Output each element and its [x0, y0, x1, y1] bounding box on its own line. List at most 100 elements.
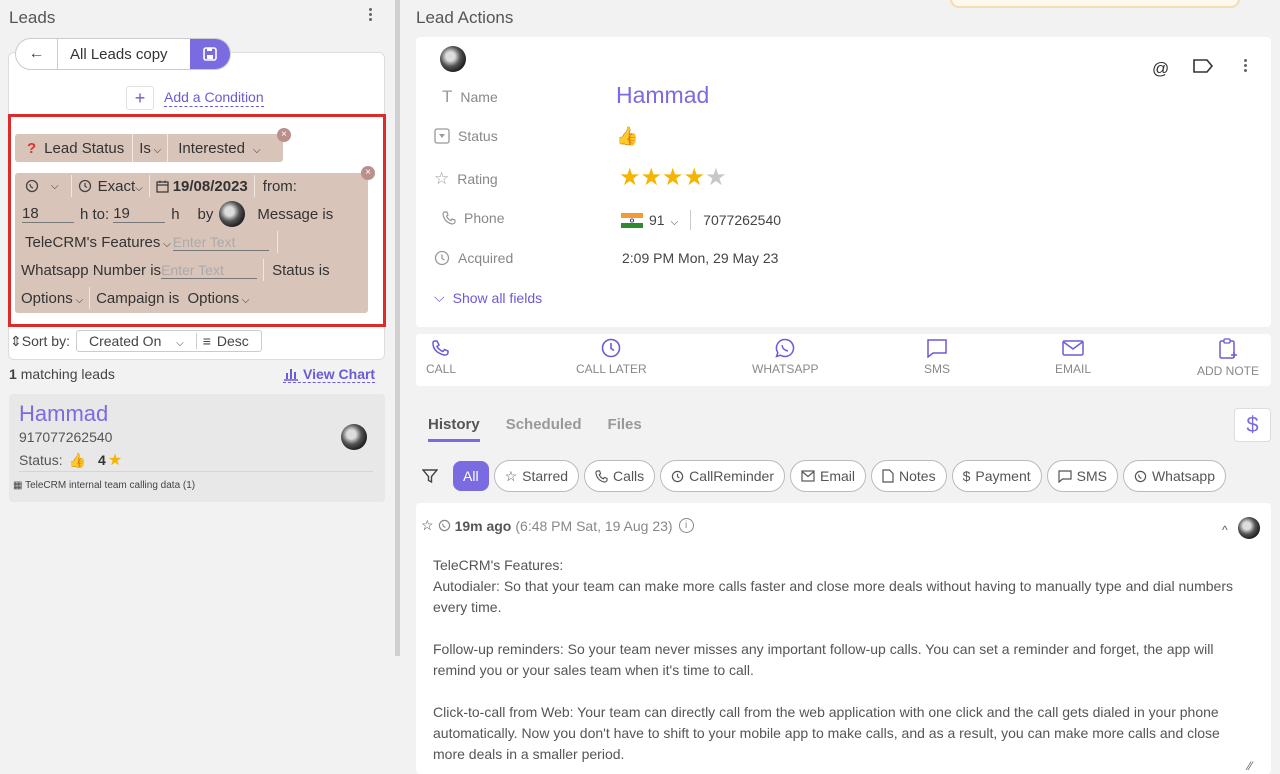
lead-avatar: [341, 424, 367, 450]
message-header: ☆ 19m ago (6:48 PM Sat, 19 Aug 23) i: [421, 517, 694, 534]
message-paragraph: Click-to-call from Web: Your team can di…: [433, 704, 1220, 762]
action-label: SMS: [924, 362, 951, 376]
clock-icon: [671, 470, 684, 483]
filter-payment[interactable]: $ Payment: [951, 460, 1042, 492]
acquired-value: 2:09 PM Mon, 29 May 23: [622, 250, 779, 266]
back-arrow-icon[interactable]: ←: [16, 39, 58, 69]
thumbs-up-icon: 👍: [68, 451, 87, 468]
sort-icon: ⇕: [10, 332, 22, 349]
plus-icon[interactable]: +: [126, 86, 154, 110]
info-icon[interactable]: i: [678, 518, 694, 533]
email-icon: [801, 470, 815, 482]
show-all-fields-link[interactable]: ⌵ Show all fields: [434, 289, 542, 306]
lead-tag: ▦ TeleCRM internal team calling data (1): [13, 480, 195, 491]
whatsapp-action[interactable]: WHATSAPP: [752, 338, 818, 376]
email-action[interactable]: EMAIL: [1055, 338, 1091, 376]
rating-stars[interactable]: ★★★★★: [619, 163, 727, 192]
divider: [19, 471, 373, 472]
mention-icon[interactable]: @: [1152, 59, 1169, 79]
rating-star-icon[interactable]: ★: [662, 164, 684, 191]
view-name[interactable]: All Leads copy: [58, 46, 190, 63]
message-line: TeleCRM's Features:: [433, 557, 564, 573]
country-code: 91: [649, 212, 665, 228]
filter-starred[interactable]: ☆ Starred: [493, 460, 580, 492]
rating-star-icon[interactable]: ★: [619, 164, 641, 191]
whatsapp-icon: [438, 519, 451, 532]
filter-notes[interactable]: Notes: [871, 460, 947, 492]
filter-calls[interactable]: Calls: [584, 460, 656, 492]
more-options-icon[interactable]: [1244, 57, 1247, 74]
lead-status: Status: 👍 4 ★: [19, 450, 122, 470]
show-all-label: Show all fields: [452, 289, 543, 306]
message-paragraph: Follow-up reminders: So your team never …: [433, 641, 1214, 678]
sort-bar: ⇕ Sort by: Created On ⌵ ≡ Desc: [10, 330, 262, 352]
sort-field-select[interactable]: Created On ⌵: [77, 333, 197, 349]
filter-icon[interactable]: [422, 468, 438, 484]
add-condition-label[interactable]: Add a Condition: [164, 89, 264, 107]
dollar-icon[interactable]: $: [1234, 408, 1271, 442]
india-flag-icon: [621, 212, 643, 228]
call-later-action[interactable]: CALL LATER: [576, 338, 647, 376]
phone-number[interactable]: 7077262540: [703, 212, 781, 228]
filter-callreminder[interactable]: CallReminder: [660, 460, 785, 492]
country-code-select[interactable]: 91 ⌵: [649, 212, 678, 228]
panel-title: Lead Actions: [416, 8, 514, 27]
more-options-icon[interactable]: [369, 6, 372, 23]
sender-avatar: [1238, 517, 1260, 539]
filter-sms[interactable]: SMS: [1046, 460, 1118, 492]
label-text: Phone: [464, 210, 505, 226]
chevron-down-icon: ⌵: [173, 338, 184, 349]
rating-star-icon[interactable]: ★: [705, 164, 727, 191]
panel-splitter[interactable]: [395, 0, 400, 656]
collapse-icon[interactable]: ^: [1222, 523, 1228, 537]
add-condition[interactable]: + Add a Condition: [126, 86, 264, 110]
message-body: TeleCRM's Features: Autodialer: So that y…: [433, 555, 1253, 774]
resize-handle-icon[interactable]: ⁄⁄: [1248, 759, 1252, 773]
tab-scheduled[interactable]: Scheduled: [506, 416, 582, 442]
lead-card[interactable]: Hammad 917077262540 Status: 👍 4 ★ ▦ Tele…: [9, 394, 385, 502]
filter-email[interactable]: Email: [789, 460, 866, 492]
action-bar: CALL CALL LATER WHATSAPP SMS EMAIL ADD N…: [416, 334, 1271, 386]
sort-order-toggle[interactable]: ≡ Desc: [197, 333, 261, 349]
clock-icon: [434, 250, 450, 266]
rating-star-icon[interactable]: ★: [684, 164, 706, 191]
call-action[interactable]: CALL: [426, 338, 456, 376]
sort-field: Created On: [88, 333, 162, 349]
chip-label: SMS: [1076, 468, 1107, 484]
label-icon[interactable]: [1192, 58, 1214, 74]
view-chart-link[interactable]: View Chart: [283, 366, 376, 383]
label-text: Rating: [457, 171, 498, 187]
save-icon[interactable]: [189, 39, 230, 69]
name-value[interactable]: Hammad: [616, 82, 709, 109]
filter-whatsapp[interactable]: Whatsapp: [1122, 460, 1227, 492]
message-time: (6:48 PM Sat, 19 Aug 23): [515, 517, 673, 534]
action-label: WHATSAPP: [752, 362, 819, 376]
whatsapp-icon: [1134, 470, 1147, 483]
chip-label: Notes: [899, 468, 936, 484]
chip-label: Starred: [522, 468, 569, 484]
tab-files[interactable]: Files: [608, 416, 642, 442]
star-outline-icon: ☆: [434, 169, 450, 188]
filter-all[interactable]: All: [453, 461, 489, 491]
sort-label: Sort by:: [21, 333, 70, 349]
add-note-action[interactable]: ADD NOTE: [1197, 338, 1259, 378]
phone-icon: [595, 469, 608, 483]
action-label: EMAIL: [1055, 362, 1092, 376]
phone-field-label: Phone: [442, 210, 504, 226]
action-label: ADD NOTE: [1197, 364, 1260, 378]
panel-title: Leads: [9, 8, 56, 27]
lead-name[interactable]: Hammad: [19, 401, 108, 427]
chip-label: Email: [819, 468, 855, 484]
star-outline-icon[interactable]: ☆: [421, 517, 434, 534]
phone-value: 91 ⌵ 7077262540: [621, 210, 781, 230]
thumbs-up-icon[interactable]: 👍: [616, 126, 638, 147]
history-filter-bar: All ☆ Starred Calls CallReminder Email No…: [422, 460, 1227, 492]
note-icon: [882, 469, 894, 483]
view-selector: ← All Leads copy: [15, 38, 231, 70]
rating-star-icon[interactable]: ★: [641, 164, 663, 191]
matching-number: 1: [9, 366, 17, 382]
chevron-down-icon: ⌵: [670, 217, 679, 228]
sms-action[interactable]: SMS: [924, 338, 950, 376]
tab-history[interactable]: History: [428, 416, 480, 442]
message-paragraph: TeleCRM's Features: Autodialer: So that y…: [433, 555, 1253, 618]
